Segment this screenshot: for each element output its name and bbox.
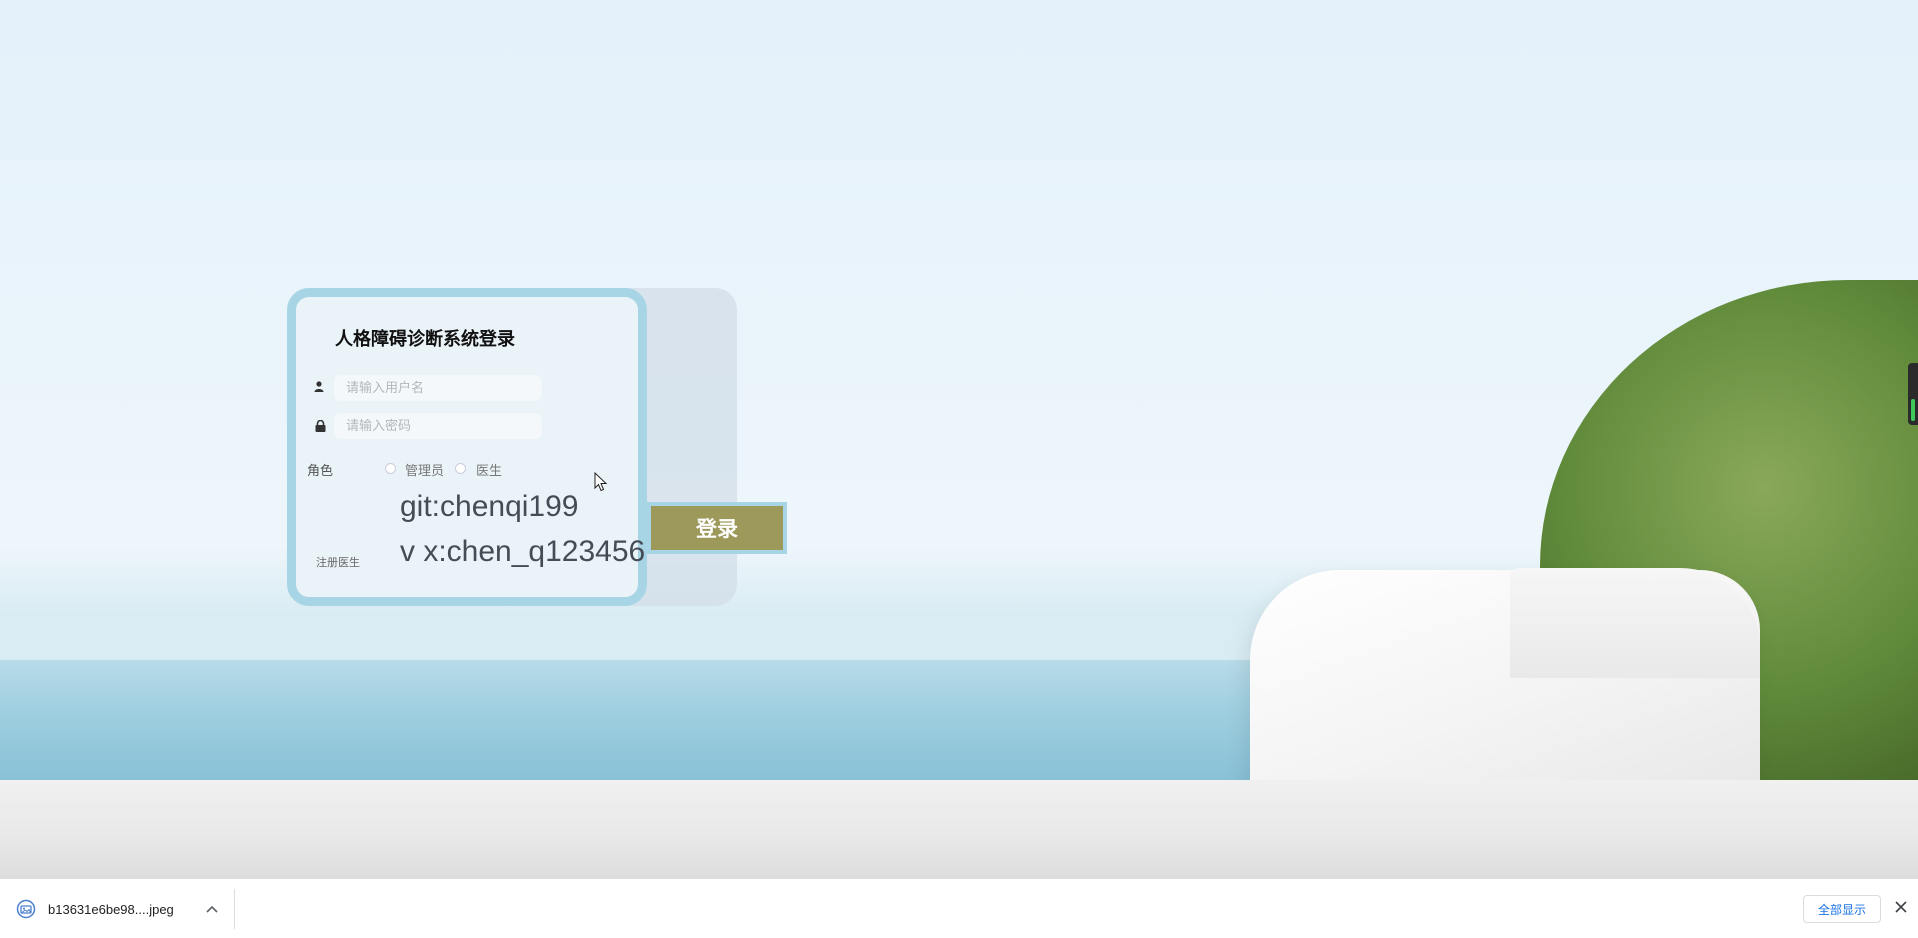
- white-wall-top-image: [1510, 568, 1760, 678]
- side-indicator-widget: [1908, 363, 1918, 425]
- password-input[interactable]: [334, 413, 542, 439]
- login-title: 人格障碍诊断系统登录: [335, 329, 515, 350]
- login-button[interactable]: 登录: [647, 502, 787, 554]
- role-admin-radio[interactable]: [385, 463, 396, 474]
- mouse-cursor-icon: [594, 472, 608, 492]
- watermark-line-1: git:chenqi199: [400, 490, 579, 523]
- username-input[interactable]: [334, 375, 542, 401]
- download-bar-divider: [234, 889, 235, 929]
- show-all-button[interactable]: 全部显示: [1803, 895, 1881, 923]
- close-icon[interactable]: [1890, 896, 1912, 920]
- chevron-up-icon[interactable]: [204, 897, 220, 921]
- download-bar: b13631e6be98....jpeg 全部显示: [0, 878, 1918, 938]
- image-file-icon: [16, 899, 36, 919]
- role-doctor-radio[interactable]: [455, 463, 466, 474]
- role-doctor-label[interactable]: 医生: [476, 460, 502, 479]
- ground-image: [0, 780, 1918, 878]
- download-item[interactable]: b13631e6be98....jpeg: [16, 896, 174, 922]
- download-file-name: b13631e6be98....jpeg: [48, 901, 174, 917]
- lock-icon: [313, 419, 327, 434]
- role-label: 角色: [307, 464, 334, 479]
- watermark-line-2: v x:chen_q123456: [400, 535, 646, 568]
- register-doctor-link[interactable]: 注册医生: [316, 554, 360, 570]
- user-icon: [312, 381, 326, 395]
- role-admin-label[interactable]: 管理员: [405, 460, 444, 479]
